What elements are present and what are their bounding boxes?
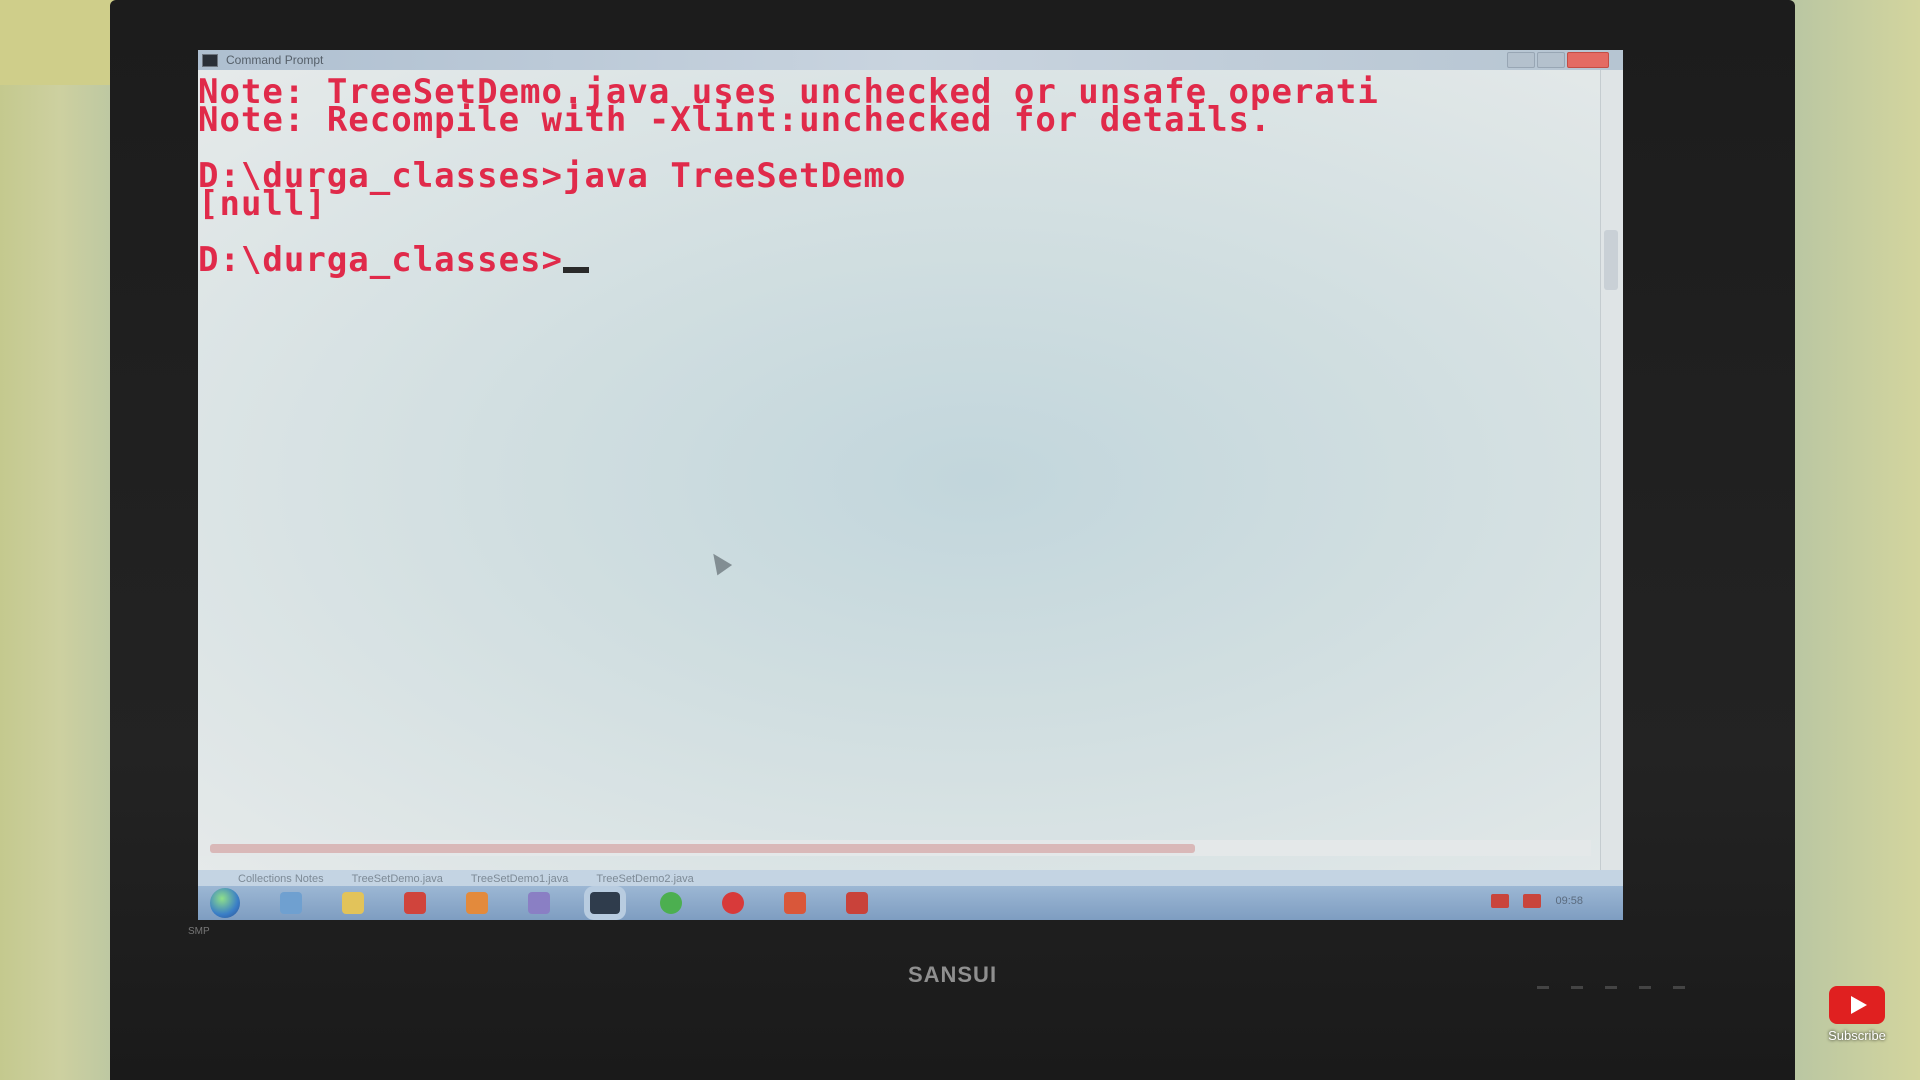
- paint-icon[interactable]: [784, 892, 806, 914]
- media-icon[interactable]: [404, 892, 426, 914]
- taskbar-tab[interactable]: TreeSetDemo1.java: [471, 873, 568, 885]
- wall-background: [0, 0, 124, 85]
- monitor-frame: Command Prompt Note: TreeSetDemo.java us…: [110, 0, 1795, 1080]
- screen: Command Prompt Note: TreeSetDemo.java us…: [198, 50, 1623, 920]
- cmd-icon[interactable]: [590, 892, 620, 914]
- clock[interactable]: 09:58: [1555, 895, 1583, 907]
- mouse-pointer-icon: [705, 548, 733, 576]
- subscribe-label: Subscribe: [1828, 1028, 1886, 1043]
- text-cursor: [563, 267, 589, 273]
- chrome-icon[interactable]: [660, 892, 682, 914]
- taskbar-tab[interactable]: TreeSetDemo2.java: [596, 873, 693, 885]
- pdf-icon[interactable]: [846, 892, 868, 914]
- console-line: Note: Recompile with -Xlint:unchecked fo…: [198, 100, 1272, 140]
- window-title: Command Prompt: [226, 53, 324, 67]
- start-button[interactable]: [210, 888, 240, 918]
- taskbar-tab[interactable]: TreeSetDemo.java: [352, 873, 443, 885]
- monitor-buttons: [1537, 986, 1685, 989]
- tray-icon[interactable]: [1523, 894, 1542, 908]
- console-prompt: D:\durga_classes>: [198, 240, 563, 280]
- pen-icon[interactable]: [280, 892, 302, 914]
- cmd-titlebar[interactable]: Command Prompt: [198, 50, 1623, 70]
- console-line: [null]: [198, 184, 327, 224]
- horizontal-scroll-thumb[interactable]: [210, 844, 1195, 853]
- minimize-button[interactable]: [1507, 52, 1535, 68]
- subscribe-button[interactable]: Subscribe: [1826, 986, 1888, 1043]
- monitor-model-label: SMP: [188, 926, 210, 937]
- vertical-scroll-thumb[interactable]: [1604, 230, 1618, 290]
- network-icon[interactable]: [528, 892, 550, 914]
- console-text: Note: TreeSetDemo.java uses unchecked or…: [198, 70, 1613, 277]
- taskbar: 09:58: [198, 886, 1623, 920]
- cmd-app-icon: [202, 53, 218, 67]
- monitor-brand-logo: SANSUI: [907, 962, 998, 987]
- youtube-icon: [1829, 986, 1885, 1024]
- console-output[interactable]: Note: TreeSetDemo.java uses unchecked or…: [198, 70, 1613, 890]
- system-tray: 09:58: [1491, 894, 1583, 908]
- window-controls: [1507, 52, 1609, 68]
- firefox-icon[interactable]: [466, 892, 488, 914]
- close-button[interactable]: [1567, 52, 1609, 68]
- vertical-scrollbar[interactable]: [1600, 70, 1623, 890]
- horizontal-scrollbar[interactable]: [198, 840, 1591, 856]
- folder-icon[interactable]: [342, 892, 364, 914]
- tray-icon[interactable]: [1491, 894, 1510, 908]
- taskbar-tab[interactable]: Collections Notes: [238, 873, 324, 885]
- maximize-button[interactable]: [1537, 52, 1565, 68]
- opera-icon[interactable]: [722, 892, 744, 914]
